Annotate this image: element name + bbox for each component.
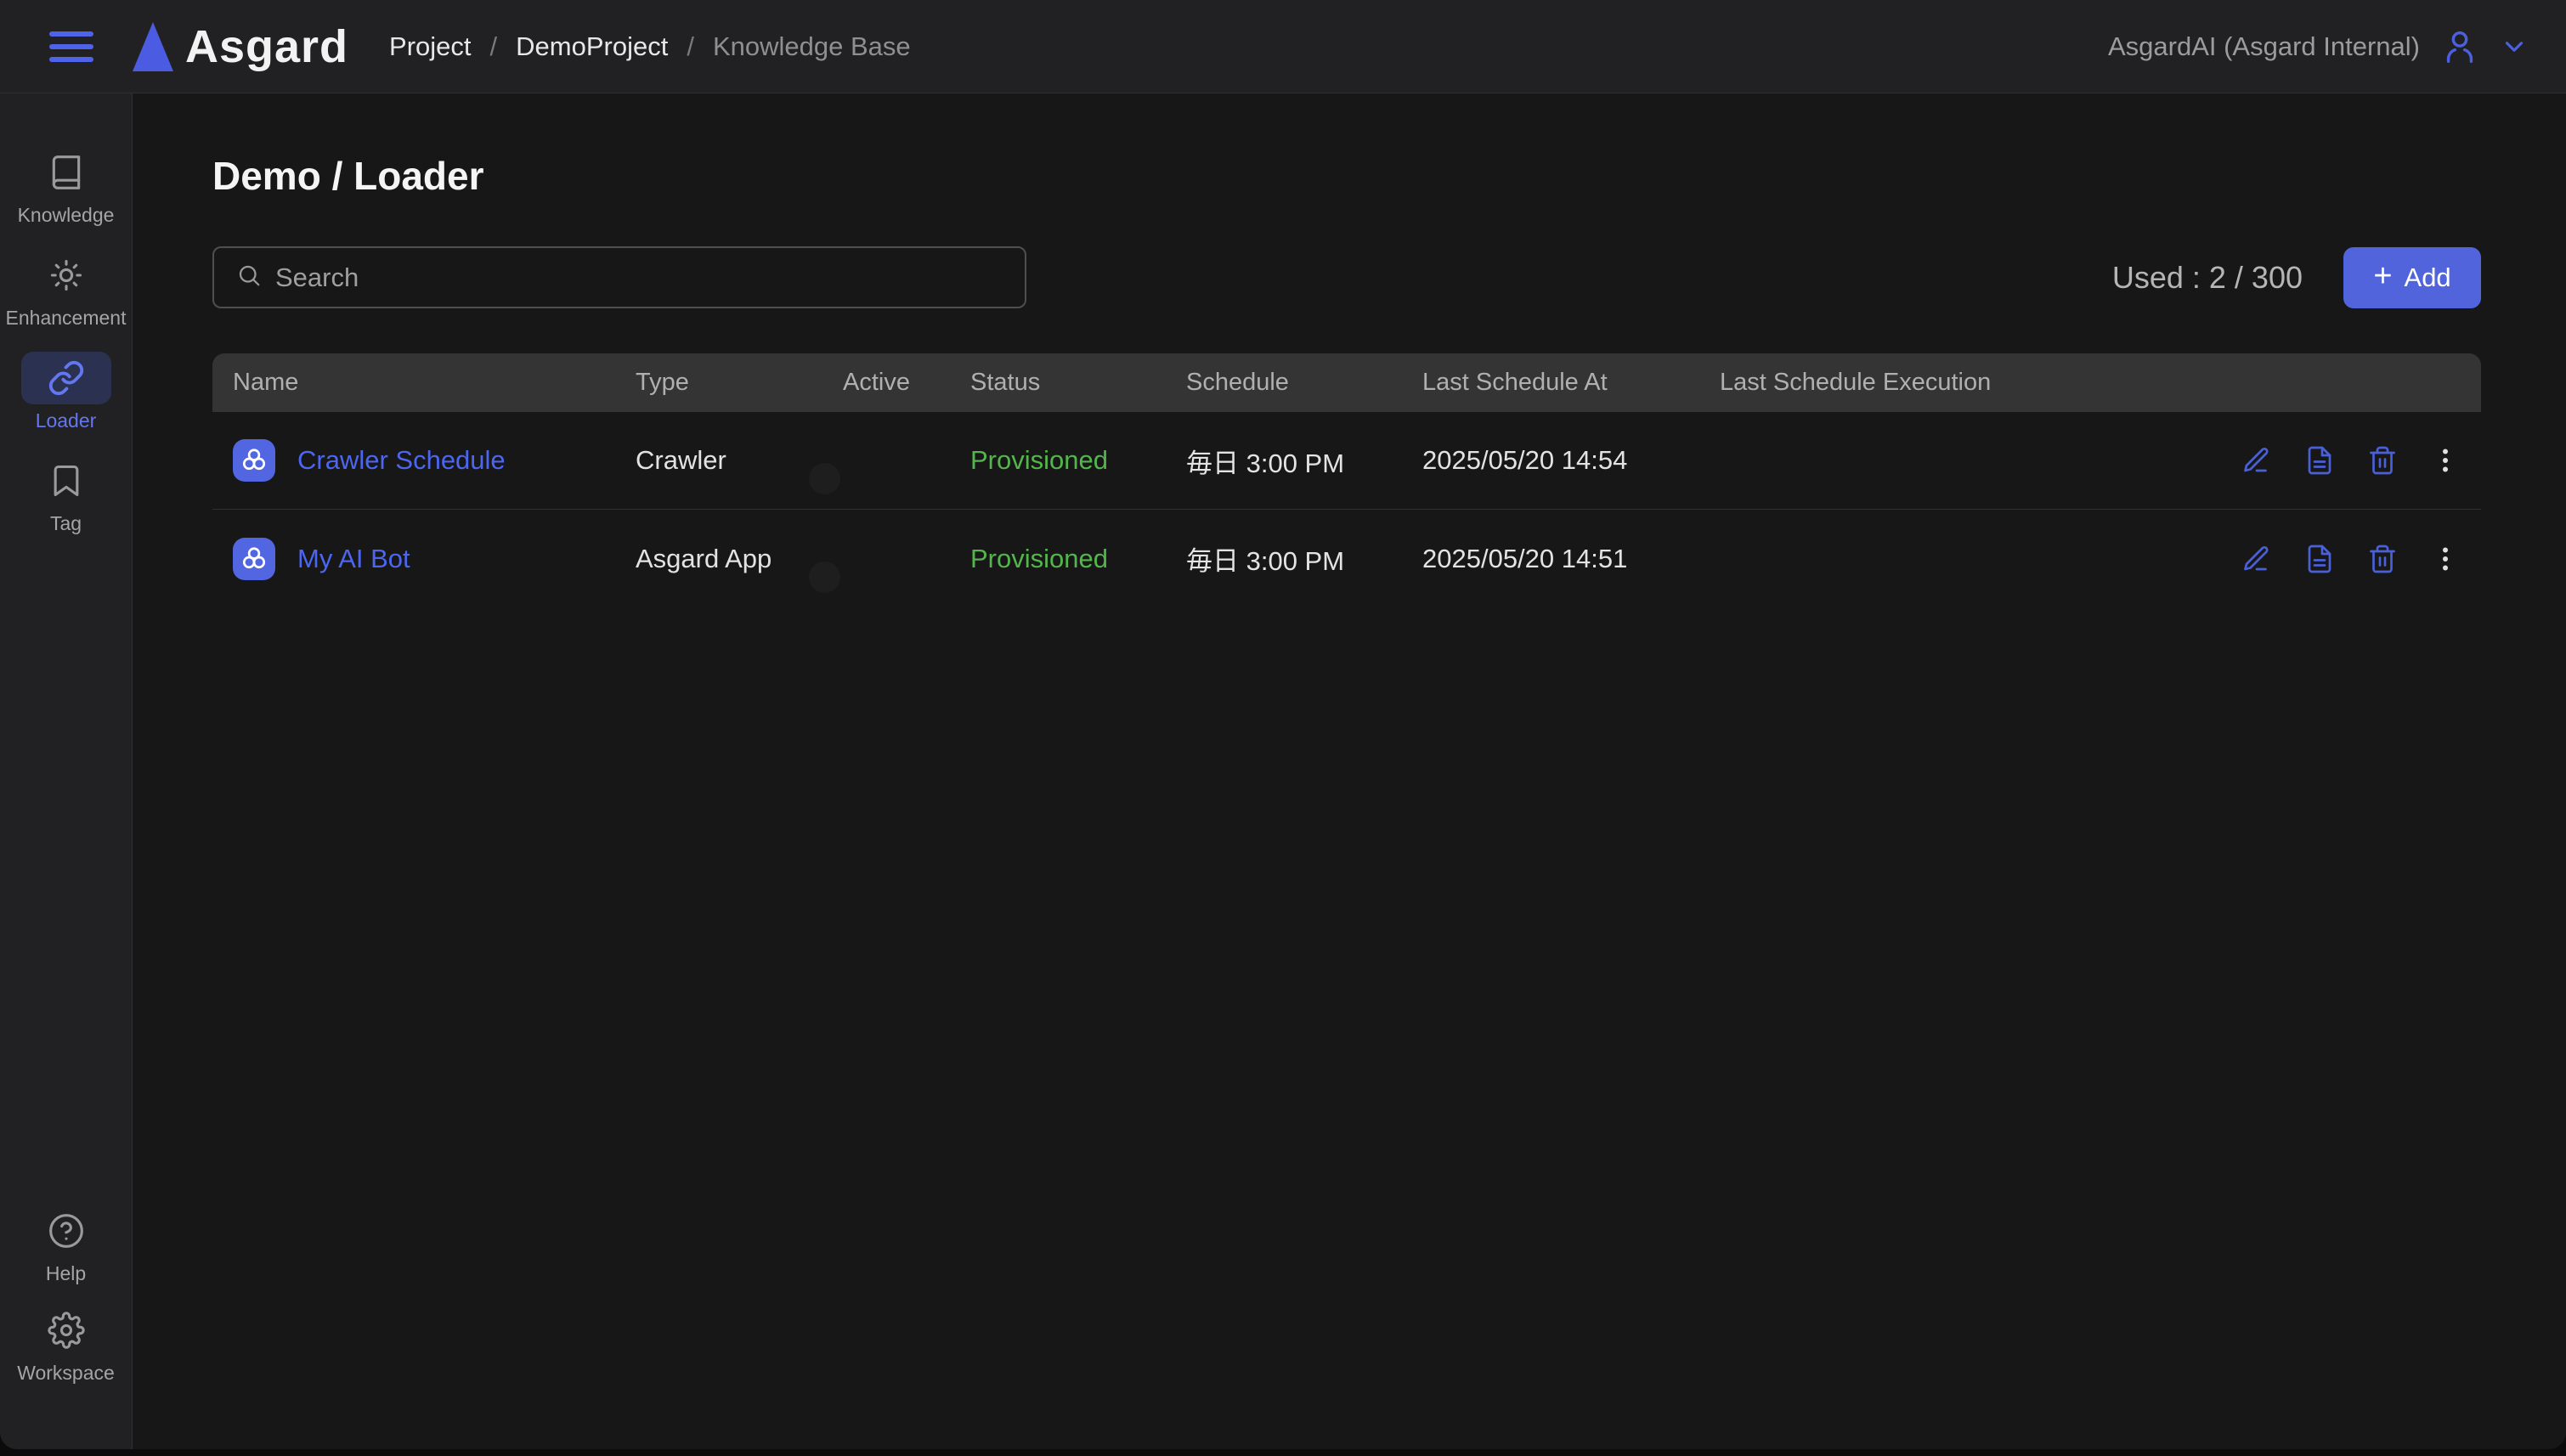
add-button-label: Add	[2405, 262, 2451, 293]
sidebar-item-help[interactable]: Help	[0, 1205, 132, 1285]
schedule-value: 毎日 3:00 PM	[1186, 442, 1422, 480]
sidebar-footer: Help Workspace	[0, 1205, 132, 1403]
sidebar-item-workspace[interactable]: Workspace	[0, 1304, 132, 1385]
bookmark-icon	[48, 454, 85, 507]
add-button[interactable]: + Add	[2343, 247, 2481, 308]
sidebar: Knowledge Enhancement	[0, 93, 133, 1449]
sidebar-item-label: Workspace	[17, 1362, 115, 1385]
hamburger-menu-icon[interactable]	[49, 30, 93, 64]
user-icon	[2440, 27, 2479, 66]
document-button[interactable]	[2304, 544, 2335, 574]
table-row: My AI Bot Asgard App Provisioned 毎日 3:00…	[212, 510, 2481, 607]
delete-button[interactable]	[2367, 445, 2398, 476]
breadcrumb-knowledge-base: Knowledge Base	[713, 31, 911, 62]
more-options-button[interactable]	[2430, 445, 2461, 476]
row-actions	[2223, 445, 2461, 476]
account-menu[interactable]: AsgardAI (Asgard Internal)	[2108, 27, 2529, 66]
link-icon	[21, 352, 111, 404]
toolbar: Used : 2 / 300 + Add	[212, 246, 2481, 308]
search-box[interactable]	[212, 246, 1026, 308]
column-header-active: Active	[843, 369, 970, 397]
triangle-logo-icon	[133, 22, 173, 71]
document-button[interactable]	[2304, 445, 2335, 476]
app-window: Asgard Project / DemoProject / Knowledge…	[0, 0, 2566, 1449]
gear-icon	[48, 1304, 85, 1357]
more-options-button[interactable]	[2430, 544, 2461, 574]
page-title: Demo / Loader	[212, 153, 2481, 199]
sidebar-item-label: Loader	[36, 409, 97, 432]
chevron-down-icon	[2500, 32, 2529, 61]
sidebar-item-knowledge[interactable]: Knowledge	[0, 146, 132, 227]
column-header-status: Status	[970, 369, 1186, 397]
usage-counter: Used : 2 / 300	[2112, 260, 2303, 296]
sidebar-item-label: Help	[46, 1262, 86, 1285]
edit-button[interactable]	[2241, 445, 2272, 476]
schedule-value: 毎日 3:00 PM	[1186, 539, 1422, 578]
loader-name-link[interactable]: My AI Bot	[297, 544, 410, 574]
last-schedule-at: 2025/05/20 14:51	[1422, 544, 1720, 574]
table-header-row: Name Type Active Status Schedule Last Sc…	[212, 353, 2481, 412]
main-content: Demo / Loader Used : 2 / 300 + Add	[133, 93, 2566, 1449]
breadcrumb-separator: /	[490, 31, 498, 62]
book-icon	[48, 146, 85, 199]
loader-table: Name Type Active Status Schedule Last Sc…	[212, 353, 2481, 607]
loader-name-link[interactable]: Crawler Schedule	[297, 445, 506, 476]
breadcrumb-separator: /	[687, 31, 694, 62]
row-actions	[2223, 544, 2461, 574]
search-input[interactable]	[275, 262, 1003, 293]
breadcrumb-project[interactable]: Project	[389, 31, 471, 62]
top-header: Asgard Project / DemoProject / Knowledge…	[0, 0, 2566, 93]
column-header-schedule: Schedule	[1186, 369, 1422, 397]
loader-type-icon	[233, 439, 275, 482]
search-icon	[236, 262, 262, 292]
sun-icon	[48, 249, 85, 302]
column-header-name: Name	[233, 369, 636, 397]
brand-name: Asgard	[185, 20, 348, 73]
column-header-last-schedule-at: Last Schedule At	[1422, 369, 1720, 397]
edit-button[interactable]	[2241, 544, 2272, 574]
sidebar-item-label: Knowledge	[18, 204, 115, 227]
column-header-type: Type	[636, 369, 843, 397]
status-badge: Provisioned	[970, 445, 1186, 476]
help-circle-icon	[48, 1205, 85, 1257]
sidebar-item-tag[interactable]: Tag	[0, 454, 132, 535]
loader-type-icon	[233, 538, 275, 580]
sidebar-item-label: Enhancement	[6, 307, 127, 330]
delete-button[interactable]	[2367, 544, 2398, 574]
breadcrumb-demoproject[interactable]: DemoProject	[516, 31, 668, 62]
account-name: AsgardAI (Asgard Internal)	[2108, 31, 2420, 62]
table-row: Crawler Schedule Crawler Provisioned 毎日 …	[212, 412, 2481, 510]
brand-logo[interactable]: Asgard	[133, 20, 348, 73]
sidebar-item-loader[interactable]: Loader	[0, 352, 132, 432]
breadcrumb: Project / DemoProject / Knowledge Base	[389, 31, 911, 62]
column-header-last-schedule-execution: Last Schedule Execution	[1720, 369, 2223, 397]
sidebar-item-label: Tag	[50, 512, 82, 535]
last-schedule-at: 2025/05/20 14:54	[1422, 445, 1720, 476]
status-badge: Provisioned	[970, 544, 1186, 574]
plus-icon: +	[2373, 260, 2392, 292]
sidebar-item-enhancement[interactable]: Enhancement	[0, 249, 132, 330]
